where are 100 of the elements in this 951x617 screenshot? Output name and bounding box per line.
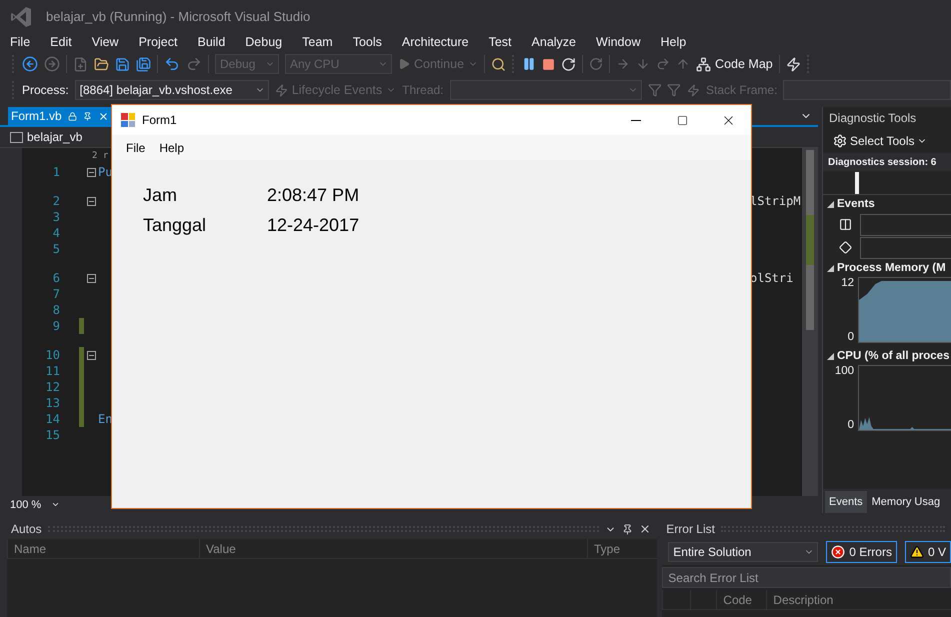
column-header: Value xyxy=(199,539,587,558)
codelens-text: 2 r xyxy=(91,151,110,163)
panel-tab[interactable]: Events xyxy=(825,491,867,513)
window-title: belajar_vb (Running) - Microsoft Visual Studio xyxy=(46,9,310,24)
code-map-button[interactable]: Code Map xyxy=(696,56,773,72)
panel-title: Autos xyxy=(11,522,42,536)
filter-icon[interactable] xyxy=(648,83,662,97)
undo-icon[interactable] xyxy=(164,56,180,72)
back-icon[interactable] xyxy=(22,56,38,72)
close-icon[interactable] xyxy=(98,110,109,122)
field-label: Jam xyxy=(143,185,178,206)
warnings-filter-button[interactable]: 0 V xyxy=(904,541,951,563)
save-icon[interactable] xyxy=(115,56,130,72)
menu-item[interactable]: File xyxy=(119,140,152,154)
column-header: Code xyxy=(716,590,766,609)
menu-item[interactable]: View xyxy=(82,34,129,48)
menu-item[interactable]: Help xyxy=(650,34,696,48)
stack-frame-label: Stack Frame: xyxy=(706,83,778,97)
thread-label: Thread: xyxy=(402,83,444,97)
hierarchy-icon xyxy=(696,56,712,72)
axis-label: 100 xyxy=(834,365,854,377)
line-number: 8 xyxy=(52,303,60,317)
menu-item[interactable]: Window xyxy=(586,34,650,48)
column-header: Type xyxy=(587,539,647,558)
menu-item[interactable]: File xyxy=(0,34,40,48)
open-folder-icon[interactable] xyxy=(94,56,109,72)
menu-item[interactable]: Project xyxy=(128,34,188,48)
collapse-icon[interactable] xyxy=(87,196,96,206)
axis-label: 12 xyxy=(841,277,854,289)
lightning-icon xyxy=(274,84,288,96)
document-tab[interactable]: Form1.vb xyxy=(8,107,113,125)
line-number: 4 xyxy=(52,226,60,240)
line-number: 11 xyxy=(44,364,60,378)
vertical-scrollbar[interactable] xyxy=(802,148,818,496)
timeline-marker xyxy=(855,172,859,194)
line-number: 14 xyxy=(44,412,60,426)
step-into-icon[interactable] xyxy=(636,57,650,71)
section-title: Events xyxy=(837,198,875,210)
menu-item[interactable]: Analyze xyxy=(522,34,586,48)
pause-bars-icon xyxy=(839,218,852,231)
collapse-icon[interactable] xyxy=(87,168,96,176)
restart-icon[interactable] xyxy=(561,56,576,72)
scope-dropdown[interactable]: Entire Solution xyxy=(668,542,818,562)
close-icon[interactable] xyxy=(639,523,652,535)
line-number: 15 xyxy=(44,428,60,442)
find-icon[interactable] xyxy=(491,56,506,72)
step-over-icon[interactable] xyxy=(656,57,670,71)
project-dropdown[interactable]: belajar_vb xyxy=(27,130,82,144)
lock-icon[interactable] xyxy=(68,112,77,120)
panel-tab[interactable]: Memory Usag xyxy=(868,491,944,513)
save-all-icon[interactable] xyxy=(136,56,151,72)
diamond-icon xyxy=(839,241,852,254)
process-dropdown[interactable]: [8864] belajar_vb.vshost.exe xyxy=(74,80,269,100)
pin-icon[interactable] xyxy=(622,524,634,534)
stop-icon[interactable] xyxy=(542,58,556,70)
next-statement-icon[interactable] xyxy=(616,57,630,71)
section-title: Process Memory (M xyxy=(837,262,946,274)
caret-icon xyxy=(51,500,60,509)
vb-project-icon xyxy=(10,132,23,142)
menu-item[interactable]: Test xyxy=(478,34,522,48)
field-value: 12-24-2017 xyxy=(267,215,360,236)
panel-title: Diagnostic Tools xyxy=(828,110,918,127)
filter-icon[interactable] xyxy=(667,83,682,97)
collapse-icon[interactable] xyxy=(87,350,96,360)
menu-item[interactable]: Architecture xyxy=(392,34,479,48)
collapse-icon[interactable] xyxy=(87,274,96,282)
errors-filter-button[interactable]: 0 Errors xyxy=(826,541,897,563)
form-icon xyxy=(121,113,135,127)
column-header: Description xyxy=(766,590,936,609)
visual-studio-logo xyxy=(10,6,32,28)
menu-item[interactable]: Debug xyxy=(235,34,292,48)
line-number: 10 xyxy=(44,348,60,362)
code-text: lStripM xyxy=(750,194,801,208)
select-tools-button[interactable]: Select Tools xyxy=(833,134,928,148)
error-icon xyxy=(831,545,846,559)
menu-item[interactable]: Build xyxy=(187,34,236,48)
menu-item[interactable]: Team xyxy=(292,34,343,48)
session-label: Diagnostics session: 6 xyxy=(823,153,951,171)
pin-icon[interactable] xyxy=(82,112,92,120)
new-project-icon[interactable] xyxy=(73,56,88,72)
play-icon xyxy=(398,58,410,70)
process-label: Process: xyxy=(22,83,69,97)
line-number: 1 xyxy=(52,165,60,179)
menu-item[interactable]: Tools xyxy=(342,34,392,48)
menu-item[interactable]: Help xyxy=(152,140,192,154)
panel-title: Error List xyxy=(666,522,715,536)
axis-label: 0 xyxy=(848,419,854,431)
menu-item[interactable]: Edit xyxy=(40,34,82,48)
line-number: 7 xyxy=(52,287,60,301)
forward-icon[interactable] xyxy=(44,56,60,72)
redo-icon[interactable] xyxy=(186,56,202,72)
search-field[interactable]: Search Error List xyxy=(662,567,951,588)
line-number: 6 xyxy=(52,271,60,285)
section-title: CPU (% of all proces xyxy=(837,350,950,362)
step-out-icon[interactable] xyxy=(676,57,690,71)
pause-icon[interactable] xyxy=(522,57,536,71)
refresh-icon[interactable] xyxy=(589,57,604,71)
warning-icon xyxy=(910,545,924,559)
collapse-icon xyxy=(827,200,834,208)
zoom-dropdown[interactable]: 100 % xyxy=(10,498,60,510)
